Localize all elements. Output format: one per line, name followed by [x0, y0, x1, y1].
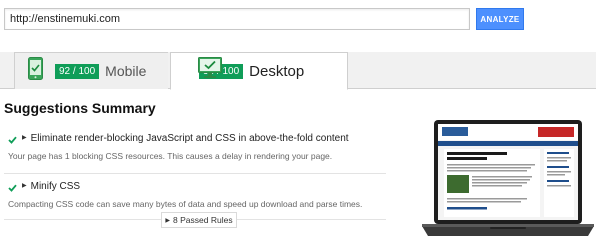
divider [4, 173, 386, 174]
rule-toggle[interactable]: ▶ Eliminate render-blocking JavaScript an… [22, 133, 349, 144]
rule-description: Your page has 1 blocking CSS resources. … [8, 151, 333, 161]
rule-description: Compacting CSS code can save many bytes … [8, 199, 363, 209]
phone-icon [28, 57, 43, 80]
caret-right-icon: ▶ [22, 183, 27, 189]
rule-toggle[interactable]: ▶ Minify CSS [22, 181, 80, 192]
check-icon [8, 184, 17, 192]
tab-mobile-label: Mobile [105, 63, 147, 79]
caret-right-icon: ▶ [22, 135, 27, 141]
rule-title-text: Eliminate render-blocking JavaScript and… [30, 133, 349, 144]
device-tab-strip: 92 / 100 Mobile 98 / 100 Desktop [0, 52, 596, 90]
mobile-score-badge: 92 / 100 [55, 63, 100, 79]
rule-title-text: Minify CSS [30, 181, 81, 192]
passed-rules-button[interactable]: ▶ 8 Passed Rules [161, 212, 237, 228]
url-input[interactable] [4, 8, 470, 30]
monitor-icon [198, 57, 222, 78]
caret-right-icon: ▶ [165, 217, 171, 224]
analyze-button[interactable]: ANALYZE [476, 8, 524, 30]
suggestions-summary-title: Suggestions Summary [4, 100, 156, 116]
passed-rules-label: 8 Passed Rules [173, 215, 233, 225]
tab-desktop[interactable]: 98 / 100 Desktop [170, 52, 348, 90]
check-icon [8, 136, 17, 144]
desktop-screenshot-preview [422, 120, 594, 236]
tab-desktop-label: Desktop [249, 62, 305, 80]
